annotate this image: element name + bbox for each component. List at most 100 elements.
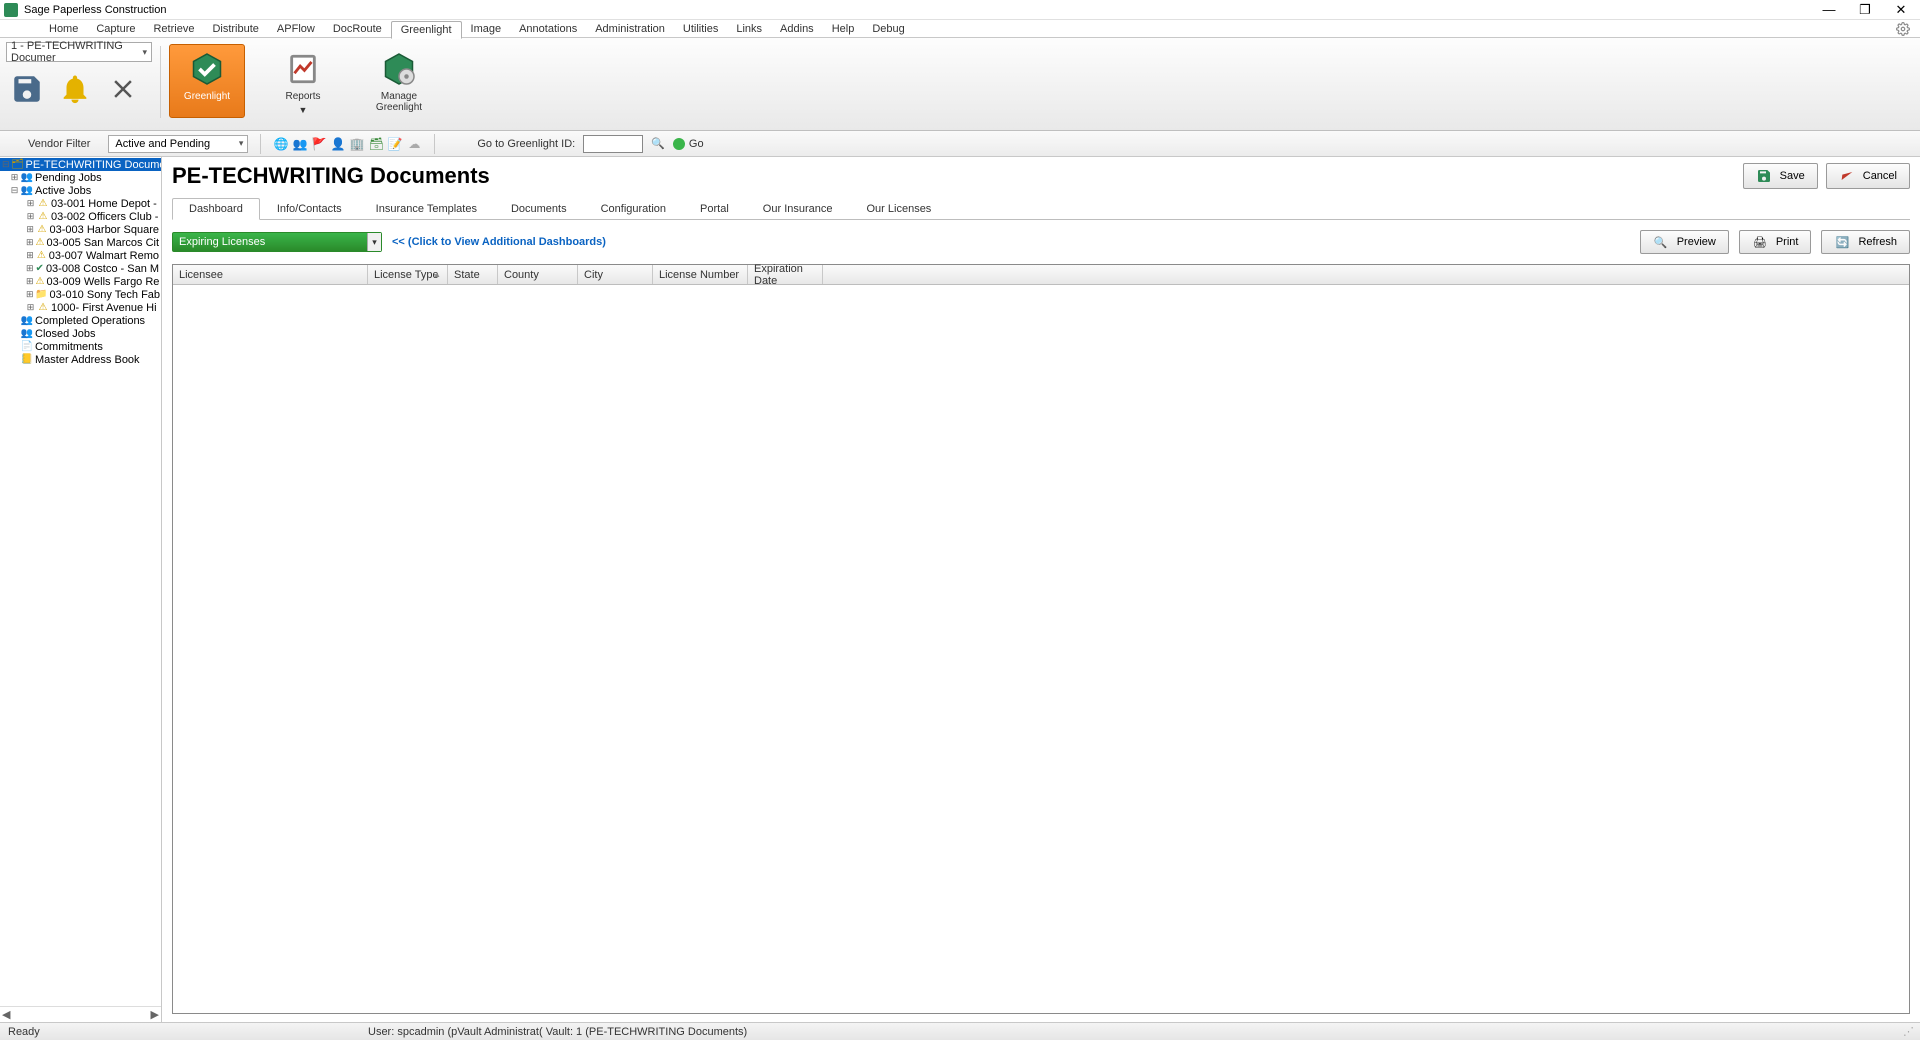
tree-completed[interactable]: 👥Completed Operations bbox=[0, 314, 161, 327]
expand-icon[interactable]: ⊞ bbox=[26, 263, 34, 274]
tree-job[interactable]: ⊞⚠03-001 Home Depot - bbox=[0, 197, 161, 210]
col-licensee[interactable]: Licensee bbox=[173, 265, 368, 284]
expand-icon[interactable]: ⊞ bbox=[26, 198, 35, 209]
menu-home[interactable]: Home bbox=[40, 21, 87, 37]
resize-grip-icon[interactable]: ⋰ bbox=[1903, 1025, 1912, 1038]
expand-icon[interactable]: ⊞ bbox=[26, 224, 34, 235]
tree-active-jobs[interactable]: ⊟ 👥 Active Jobs bbox=[0, 184, 161, 197]
delete-icon[interactable] bbox=[102, 68, 144, 110]
grid-body[interactable] bbox=[173, 285, 1909, 1013]
tree-job[interactable]: ⊞⚠03-007 Walmart Remo bbox=[0, 249, 161, 262]
grid: Licensee License Type▲ State County City… bbox=[172, 264, 1910, 1014]
menu-distribute[interactable]: Distribute bbox=[203, 21, 267, 37]
goto-input[interactable] bbox=[583, 135, 643, 153]
collapse-icon[interactable]: ⊟ bbox=[2, 159, 10, 170]
chevron-down-icon[interactable]: ▾ bbox=[367, 233, 381, 251]
tree-job[interactable]: ⊞⚠03-003 Harbor Square bbox=[0, 223, 161, 236]
expand-icon[interactable]: ⊞ bbox=[26, 289, 34, 300]
tree-job[interactable]: ⊞✔03-008 Costco - San M bbox=[0, 262, 161, 275]
tree-job[interactable]: ⊞⚠03-002 Officers Club - bbox=[0, 210, 161, 223]
tab-info-contacts[interactable]: Info/Contacts bbox=[260, 198, 359, 220]
menu-help[interactable]: Help bbox=[823, 21, 864, 37]
col-state[interactable]: State bbox=[448, 265, 498, 284]
edit-icon[interactable]: 📝 bbox=[387, 136, 403, 152]
tree-hscroll[interactable]: ◀ ▶ bbox=[0, 1006, 161, 1022]
vault-selector[interactable]: 1 - PE-TECHWRITING Documer bbox=[6, 42, 152, 62]
menu-administration[interactable]: Administration bbox=[586, 21, 674, 37]
cancel-button[interactable]: Cancel bbox=[1826, 163, 1910, 189]
save-icon bbox=[1756, 168, 1772, 184]
tree-job[interactable]: ⊞⚠03-005 San Marcos Cit bbox=[0, 236, 161, 249]
gear-icon[interactable] bbox=[1896, 22, 1910, 36]
ribbon-manage-button[interactable]: Manage Greenlight bbox=[361, 44, 437, 118]
menu-retrieve[interactable]: Retrieve bbox=[144, 21, 203, 37]
dashboard-select[interactable]: Expiring Licenses ▾ bbox=[172, 232, 382, 252]
user-icon[interactable]: 👤 bbox=[330, 136, 346, 152]
menu-utilities[interactable]: Utilities bbox=[674, 21, 727, 37]
menu-apflow[interactable]: APFlow bbox=[268, 21, 324, 37]
expand-icon[interactable]: ⊞ bbox=[26, 211, 35, 222]
calc-icon[interactable]: 🗃 bbox=[368, 136, 384, 152]
tab-insurance-templates[interactable]: Insurance Templates bbox=[359, 198, 494, 220]
menu-debug[interactable]: Debug bbox=[863, 21, 913, 37]
close-button[interactable]: ✕ bbox=[1892, 3, 1910, 17]
save-button[interactable]: Save bbox=[1743, 163, 1818, 189]
col-license-number[interactable]: License Number bbox=[653, 265, 748, 284]
cloud-icon[interactable]: ☁ bbox=[406, 136, 422, 152]
menu-docroute[interactable]: DocRoute bbox=[324, 21, 391, 37]
tab-our-licenses[interactable]: Our Licenses bbox=[850, 198, 949, 220]
tree-closed[interactable]: 👥Closed Jobs bbox=[0, 327, 161, 340]
tab-documents[interactable]: Documents bbox=[494, 198, 584, 220]
preview-button[interactable]: 🔍 Preview bbox=[1640, 230, 1729, 254]
expand-icon[interactable]: ⊞ bbox=[26, 250, 34, 261]
col-county[interactable]: County bbox=[498, 265, 578, 284]
col-expiration-date[interactable]: Expiration Date bbox=[748, 265, 823, 284]
tab-dashboard[interactable]: Dashboard bbox=[172, 198, 260, 220]
maximize-button[interactable]: ❐ bbox=[1856, 3, 1874, 17]
tab-configuration[interactable]: Configuration bbox=[584, 198, 683, 220]
go-button[interactable]: Go bbox=[673, 138, 704, 150]
menu-annotations[interactable]: Annotations bbox=[510, 21, 586, 37]
tree-root[interactable]: ⊟ 🗂 PE-TECHWRITING Documents bbox=[0, 158, 161, 171]
menu-greenlight[interactable]: Greenlight bbox=[391, 21, 462, 39]
scroll-right-icon[interactable]: ▶ bbox=[151, 1008, 159, 1021]
vendor-filter-select[interactable]: Active and Pending bbox=[108, 135, 248, 153]
tree-job[interactable]: ⊞⚠03-009 Wells Fargo Re bbox=[0, 275, 161, 288]
building-icon[interactable]: 🏢 bbox=[349, 136, 365, 152]
minimize-button[interactable]: — bbox=[1820, 3, 1838, 17]
refresh-button[interactable]: 🔄 Refresh bbox=[1821, 230, 1910, 254]
tab-portal[interactable]: Portal bbox=[683, 198, 746, 220]
menu-capture[interactable]: Capture bbox=[87, 21, 144, 37]
people-icon[interactable]: 👥 bbox=[292, 136, 308, 152]
tree-job[interactable]: ⊞📁03-010 Sony Tech Fab bbox=[0, 288, 161, 301]
people-icon: 👥 bbox=[21, 185, 33, 197]
tree-master-address[interactable]: 📒Master Address Book bbox=[0, 353, 161, 366]
tab-our-insurance[interactable]: Our Insurance bbox=[746, 198, 850, 220]
expand-icon[interactable]: ⊞ bbox=[26, 276, 34, 287]
tree-job[interactable]: ⊞⚠1000- First Avenue Hi bbox=[0, 301, 161, 314]
additional-dashboards-link[interactable]: << (Click to View Additional Dashboards) bbox=[392, 236, 606, 248]
tabs: Dashboard Info/Contacts Insurance Templa… bbox=[172, 197, 1910, 220]
menu-addins[interactable]: Addins bbox=[771, 21, 823, 37]
search-icon[interactable]: 🔍 bbox=[651, 137, 665, 150]
expand-icon[interactable]: ⊞ bbox=[10, 172, 19, 183]
ribbon-greenlight-button[interactable]: Greenlight bbox=[169, 44, 245, 118]
reports-dropdown-icon[interactable]: ▼ bbox=[265, 105, 341, 115]
flag-icon[interactable]: 🚩 bbox=[311, 136, 327, 152]
menu-links[interactable]: Links bbox=[727, 21, 771, 37]
save-icon[interactable] bbox=[6, 68, 48, 110]
collapse-icon[interactable]: ⊟ bbox=[10, 185, 19, 196]
globe-icon[interactable]: 🌐 bbox=[273, 136, 289, 152]
magnifier-icon: 🔍 bbox=[1653, 234, 1669, 250]
ribbon-reports-button[interactable]: Reports bbox=[265, 44, 341, 107]
menu-image[interactable]: Image bbox=[462, 21, 511, 37]
col-city[interactable]: City bbox=[578, 265, 653, 284]
col-license-type[interactable]: License Type▲ bbox=[368, 265, 448, 284]
scroll-left-icon[interactable]: ◀ bbox=[2, 1008, 10, 1021]
print-button[interactable]: 🖨 Print bbox=[1739, 230, 1812, 254]
tree-commitments[interactable]: 📄Commitments bbox=[0, 340, 161, 353]
expand-icon[interactable]: ⊞ bbox=[26, 302, 35, 313]
expand-icon[interactable]: ⊞ bbox=[26, 237, 34, 248]
bell-icon[interactable] bbox=[54, 68, 96, 110]
tree-pending-jobs[interactable]: ⊞ 👥 Pending Jobs bbox=[0, 171, 161, 184]
